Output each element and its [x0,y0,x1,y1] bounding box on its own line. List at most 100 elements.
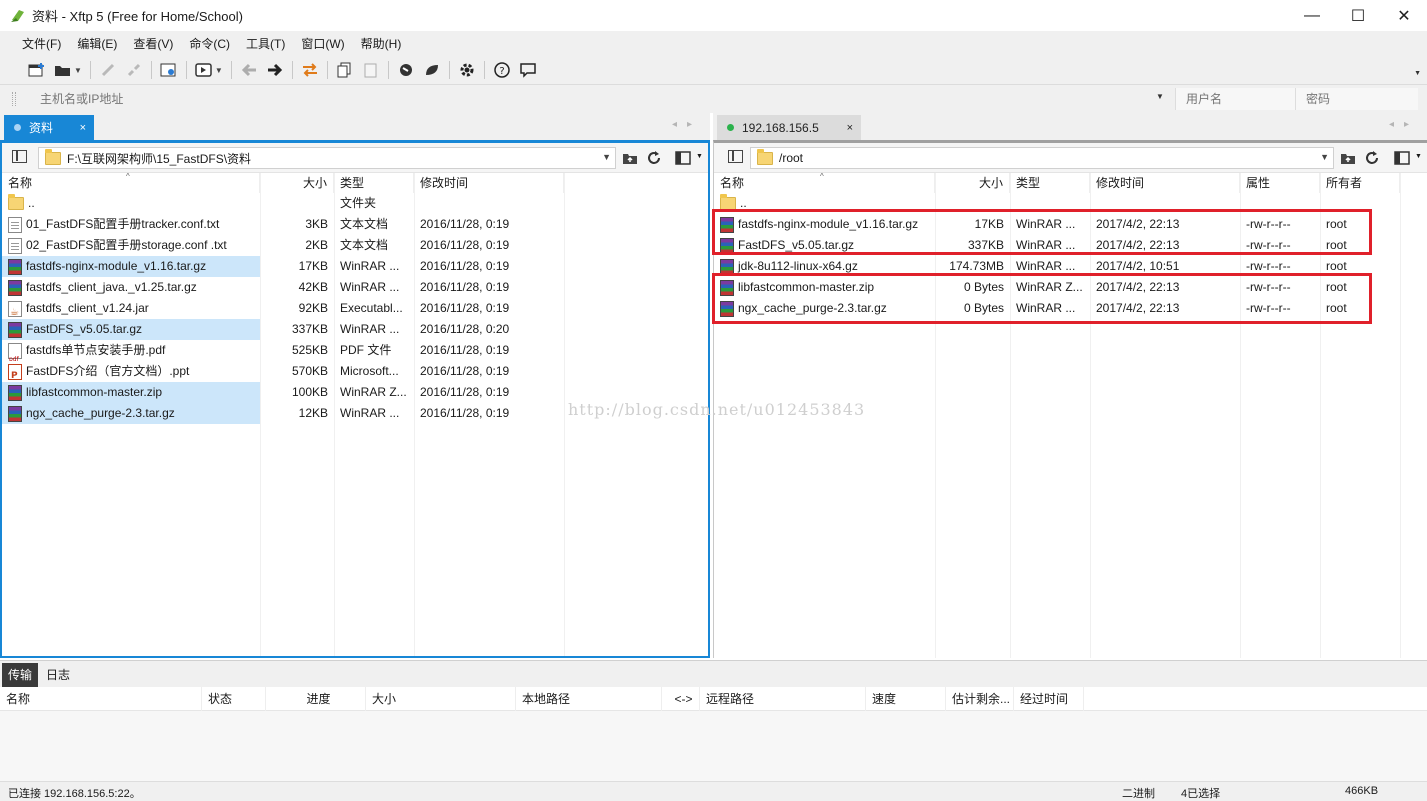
tab-local-folder[interactable]: 资料 × [4,115,94,140]
back-arrow-icon[interactable] [238,59,260,81]
local-path-input[interactable]: F:\互联网架构师\15_FastDFS\资料 ▼ [38,147,616,169]
file-row[interactable]: FastDFS介绍（官方文档）.ppt 570KB Microsoft... 2016… [2,361,708,382]
tab-log[interactable]: 日志 [40,663,76,688]
view-mode-icon[interactable] [674,149,692,167]
tab-close-icon[interactable]: × [847,122,853,134]
menu-edit[interactable]: 编辑(E) [69,35,125,52]
username-input[interactable] [1175,88,1299,110]
col-progress[interactable]: 进度 [266,687,366,711]
connect-icon[interactable] [97,59,119,81]
gear-icon[interactable] [456,59,478,81]
file-row[interactable]: 02_FastDFS配置手册storage.conf .txt 2KB 文本文档 20… [2,235,708,256]
copy-icon[interactable] [334,59,356,81]
open-dropdown-icon[interactable]: ▼ [74,66,82,75]
col-type[interactable]: 类型 [334,173,414,193]
maximize-button[interactable]: ☐ [1335,0,1381,31]
archive-file-icon [8,384,22,401]
remote-path-input[interactable]: /root ▼ [750,147,1334,169]
sync-arrows-icon[interactable] [299,59,321,81]
file-row[interactable]: fastdfs_client_v1.24.jar 92KB Executabl...… [2,298,708,319]
file-row[interactable]: .. 文件夹 [2,193,708,214]
tab-scroll-arrows-icon[interactable]: ◂▸ [1389,119,1419,130]
view-dropdown-icon[interactable]: ▼ [696,153,703,160]
xftp-leaf-icon[interactable] [421,59,443,81]
close-button[interactable]: ✕ [1381,0,1427,31]
col-status[interactable]: 状态 [202,687,266,711]
menu-command[interactable]: 命令(C) [181,35,238,52]
minimize-button[interactable]: — [1289,0,1335,31]
terminal-dropdown-icon[interactable]: ▼ [215,66,223,75]
password-input[interactable] [1295,88,1418,110]
forward-arrow-icon[interactable] [264,59,286,81]
col-type[interactable]: 类型 [1010,173,1090,193]
menu-help[interactable]: 帮助(H) [353,35,410,52]
tab-scroll-arrows-icon[interactable]: ◂▸ [672,119,702,130]
open-folder-icon[interactable] [52,59,74,81]
parent-folder-icon[interactable] [1339,149,1357,167]
xshell-icon[interactable] [395,59,417,81]
menu-tools[interactable]: 工具(T) [238,35,293,52]
connection-status: 已连接 192.168.156.5:22。 [8,788,141,800]
menu-window[interactable]: 窗口(W) [293,35,352,52]
help-icon[interactable]: ? [491,59,513,81]
toolbar-overflow-icon[interactable]: ▼ [1414,70,1421,77]
refresh-icon[interactable] [645,149,663,167]
disconnect-icon[interactable] [123,59,145,81]
file-row[interactable]: fastdfs_client_java._v1.25.tar.gz 42KB Win… [2,277,708,298]
toggle-tree-icon[interactable] [728,150,743,163]
view-mode-icon[interactable] [1393,149,1411,167]
username-field[interactable] [1176,88,1299,110]
parent-folder-icon[interactable] [621,149,639,167]
pdf-file-icon [8,342,22,361]
paste-icon[interactable] [360,59,382,81]
menu-view[interactable]: 查看(V) [125,35,181,52]
file-type: 文件夹 [340,196,377,210]
address-bar: ▼ [0,84,1427,113]
col-elapsed[interactable]: 经过时间 [1014,687,1084,711]
col-eta[interactable]: 估计剩余... [946,687,1014,711]
terminal-icon[interactable] [193,59,215,81]
path-dropdown-icon[interactable]: ▼ [602,152,611,162]
col-modified[interactable]: 修改时间 [1090,173,1240,193]
file-name-cell: 02_FastDFS配置手册storage.conf .txt [2,235,260,256]
path-dropdown-icon[interactable]: ▼ [1320,152,1329,162]
tab-close-icon[interactable]: × [80,122,86,134]
file-modified: 2016/11/28, 0:19 [420,217,510,231]
col-speed[interactable]: 速度 [866,687,946,711]
file-row[interactable]: fastdfs-nginx-module_v1.16.tar.gz 17KB Win… [2,256,708,277]
file-row[interactable]: fastdfs单节点安装手册.pdf 525KB PDF 文件 2016/11/28,… [2,340,708,361]
host-field[interactable] [20,88,1172,110]
chat-icon[interactable] [517,59,539,81]
new-session-icon[interactable] [26,59,48,81]
view-dropdown-icon[interactable]: ▼ [1415,153,1422,160]
col-direction[interactable]: <-> [662,687,700,711]
tab-transfers[interactable]: 传输 [2,663,39,688]
col-attributes[interactable]: 属性 [1240,173,1320,193]
file-name-cell: FastDFS介绍（官方文档）.ppt [2,361,260,382]
file-row[interactable]: FastDFS_v5.05.tar.gz 337KB WinRAR ... 2016/… [2,319,708,340]
col-size[interactable]: 大小 [935,173,1010,193]
host-dropdown-icon[interactable]: ▼ [1156,92,1164,101]
host-input[interactable] [20,88,1172,110]
menu-file[interactable]: 文件(F) [14,35,69,52]
col-name[interactable]: 名称 ^ [2,172,260,193]
col-local-path[interactable]: 本地路径 [516,687,662,711]
file-row[interactable]: 01_FastDFS配置手册tracker.conf.txt 3KB 文本文档 201… [2,214,708,235]
toolbar-separator [150,61,152,79]
col-size[interactable]: 大小 [366,687,516,711]
col-modified[interactable]: 修改时间 [414,173,564,193]
password-field[interactable] [1296,88,1418,110]
tab-remote-session[interactable]: 192.168.156.5 × [717,115,861,140]
col-name[interactable]: 名称 [0,687,202,711]
file-name: fastdfs单节点安装手册.pdf [26,343,166,357]
col-remote-path[interactable]: 远程路径 [700,687,866,711]
col-size[interactable]: 大小 [260,173,334,193]
file-name-cell: FastDFS_v5.05.tar.gz [2,319,260,340]
col-owner[interactable]: 所有者 [1320,173,1400,193]
toggle-tree-icon[interactable] [12,150,27,163]
session-properties-icon[interactable] [158,59,180,81]
grip-handle[interactable] [12,92,16,106]
refresh-icon[interactable] [1363,149,1381,167]
col-name[interactable]: 名称 ^ [714,172,935,193]
transfer-mode[interactable]: 二进制 [1122,785,1155,801]
